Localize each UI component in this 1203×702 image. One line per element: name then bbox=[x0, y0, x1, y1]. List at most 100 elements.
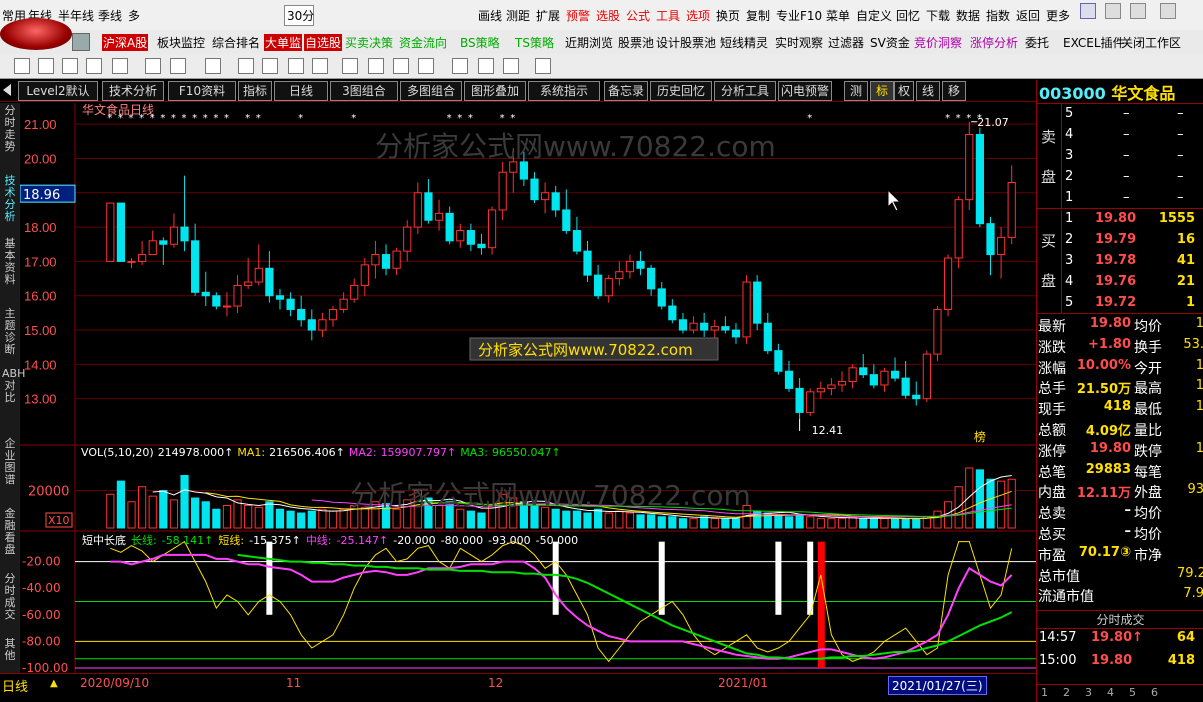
menu-item[interactable]: 回忆 bbox=[896, 7, 920, 24]
toolbar-tool-icon[interactable] bbox=[14, 58, 30, 74]
toolbar-item[interactable]: EXCEL插件 bbox=[1063, 34, 1125, 51]
left-nav-item[interactable]: 分时走势 bbox=[2, 105, 18, 153]
chart-tab[interactable]: 日线 bbox=[274, 81, 328, 101]
toolbar-item[interactable]: 板块监控 bbox=[157, 34, 205, 51]
kline-chart[interactable]: 20000 X10 VOL(5,10,20) 214978.000↑ MA1: 21650… bbox=[20, 103, 1036, 675]
toolbar-item[interactable]: 买卖决策 bbox=[345, 34, 393, 51]
scroll-left-icon[interactable] bbox=[3, 84, 11, 96]
chart-tab[interactable]: 分析工具 bbox=[714, 81, 776, 101]
menu-item[interactable]: 公式 bbox=[626, 7, 650, 24]
menu-item[interactable]: 专业F10 bbox=[776, 7, 822, 24]
toolbar-tool-icon[interactable] bbox=[262, 58, 278, 74]
menu-item[interactable]: 下载 bbox=[926, 7, 950, 24]
chart-tab[interactable]: 闪电预警 bbox=[778, 81, 832, 101]
left-nav-item[interactable]: 分时成交 bbox=[2, 573, 18, 621]
home-icon[interactable] bbox=[72, 33, 90, 51]
help-icon[interactable] bbox=[1080, 3, 1096, 19]
left-nav-item[interactable]: 主题诊断 bbox=[2, 308, 18, 356]
chart-tab[interactable]: 多图组合 bbox=[400, 81, 462, 101]
toolbar-tool-icon[interactable] bbox=[112, 58, 128, 74]
menu-item[interactable]: 菜单 bbox=[826, 7, 850, 24]
toolbar-tool-icon[interactable] bbox=[478, 58, 494, 74]
chart-tab[interactable]: 测 bbox=[844, 81, 868, 101]
left-nav-item[interactable]: ABH对比 bbox=[2, 368, 25, 404]
panel-tab[interactable]: 5 bbox=[1129, 686, 1136, 699]
chart-tab[interactable]: 移 bbox=[942, 81, 966, 101]
menu-item[interactable]: 测距 bbox=[506, 7, 530, 24]
toolbar-tool-icon[interactable] bbox=[312, 58, 328, 74]
menu-item[interactable]: 数据 bbox=[956, 7, 980, 24]
toolbar-item[interactable]: 大单监 bbox=[264, 34, 303, 51]
toolbar-item[interactable]: BS策略 bbox=[460, 34, 500, 51]
chart-tab[interactable]: 备忘录 bbox=[604, 81, 648, 101]
toolbar-tool-icon[interactable] bbox=[170, 58, 186, 74]
toolbar-item[interactable]: 沪深A股 bbox=[102, 34, 149, 51]
toolbar-tool-icon[interactable] bbox=[418, 58, 434, 74]
close-icon[interactable] bbox=[1160, 3, 1176, 19]
chart-tab[interactable]: F10资料 bbox=[168, 81, 236, 101]
menu-item[interactable]: 多 bbox=[128, 7, 140, 24]
chart-tab[interactable]: 指标 bbox=[238, 81, 272, 101]
toolbar-tool-icon[interactable] bbox=[368, 58, 384, 74]
minimize-icon[interactable] bbox=[1105, 3, 1121, 19]
restore-icon[interactable] bbox=[1130, 3, 1146, 19]
left-nav-item[interactable]: 技术分析 bbox=[2, 175, 18, 223]
toolbar-item[interactable]: 设计股票池 bbox=[656, 34, 716, 51]
ticks-title[interactable]: 分时成交 bbox=[1037, 610, 1203, 629]
panel-tab[interactable]: 3 bbox=[1085, 686, 1092, 699]
left-nav-item[interactable]: 金融看盘 bbox=[2, 508, 18, 556]
menu-item[interactable]: 半年线 bbox=[58, 7, 94, 24]
toolbar-tool-icon[interactable] bbox=[288, 58, 304, 74]
toolbar-item[interactable]: 近期浏览 bbox=[565, 34, 613, 51]
chart-tab[interactable]: 技术分析 bbox=[102, 81, 164, 101]
menu-item[interactable]: 工具 bbox=[656, 7, 680, 24]
menu-item[interactable]: 更多 bbox=[1046, 7, 1070, 24]
panel-tab[interactable]: 4 bbox=[1107, 686, 1114, 699]
menu-item[interactable]: 选股 bbox=[596, 7, 620, 24]
toolbar-tool-icon[interactable] bbox=[86, 58, 102, 74]
chart-tab[interactable]: 历史回忆 bbox=[650, 81, 712, 101]
toolbar-item[interactable]: 委托 bbox=[1025, 34, 1049, 51]
period-arrow-icon[interactable]: ▲ bbox=[50, 678, 58, 689]
toolbar-item[interactable]: TS策略 bbox=[515, 34, 554, 51]
menu-item[interactable]: 返回 bbox=[1016, 7, 1040, 24]
toolbar-item[interactable]: 短线精灵 bbox=[720, 34, 768, 51]
toolbar-item[interactable]: SV资金 bbox=[870, 34, 910, 51]
chart-tab[interactable]: Level2默认 bbox=[18, 81, 98, 101]
toolbar-tool-icon[interactable] bbox=[342, 58, 358, 74]
toolbar-item[interactable]: 资金流向 bbox=[399, 34, 447, 51]
menu-item[interactable]: 选项 bbox=[686, 7, 710, 24]
left-nav-item[interactable]: 其他 bbox=[2, 638, 18, 662]
toolbar-item[interactable]: 关闭工作区 bbox=[1121, 34, 1181, 51]
panel-tab[interactable]: 6 bbox=[1151, 686, 1158, 699]
toolbar-tool-icon[interactable] bbox=[145, 58, 161, 74]
chart-tab[interactable]: 系统指示 bbox=[528, 81, 600, 101]
menu-item[interactable]: 指数 bbox=[986, 7, 1010, 24]
toolbar-tool-icon[interactable] bbox=[393, 58, 409, 74]
menu-item[interactable]: 季线 bbox=[98, 7, 122, 24]
toolbar-item[interactable]: 股票池 bbox=[618, 34, 654, 51]
panel-tab[interactable]: 2 bbox=[1063, 686, 1070, 699]
chart-tab[interactable]: 线 bbox=[916, 81, 940, 101]
chart-tab[interactable]: 3图组合 bbox=[330, 81, 398, 101]
period-tab[interactable]: 日线 bbox=[2, 676, 28, 695]
toolbar-tool-icon[interactable] bbox=[503, 58, 519, 74]
left-nav-item[interactable]: 企业图谱 bbox=[2, 438, 18, 486]
toolbar-item[interactable]: 实时观察 bbox=[775, 34, 823, 51]
toolbar-tool-icon[interactable] bbox=[62, 58, 78, 74]
menu-item[interactable]: 画线 bbox=[478, 7, 502, 24]
toolbar-tool-icon[interactable] bbox=[205, 58, 221, 74]
menu-item[interactable]: 预警 bbox=[566, 7, 590, 24]
toolbar-item[interactable]: 过滤器 bbox=[828, 34, 864, 51]
period-box[interactable]: 30分 bbox=[284, 5, 314, 26]
toolbar-item[interactable]: 竞价洞察 bbox=[914, 34, 962, 51]
left-nav-item[interactable]: 基本资料 bbox=[2, 238, 18, 286]
chart-tab[interactable]: 图形叠加 bbox=[464, 81, 526, 101]
menu-item[interactable]: 换页 bbox=[716, 7, 740, 24]
menu-item[interactable]: 复制 bbox=[746, 7, 770, 24]
toolbar-tool-icon[interactable] bbox=[238, 58, 254, 74]
chart-tab[interactable]: 权 bbox=[894, 81, 914, 101]
toolbar-item[interactable]: 综合排名 bbox=[212, 34, 260, 51]
toolbar-tool-icon[interactable] bbox=[38, 58, 54, 74]
toolbar-tool-icon[interactable] bbox=[535, 58, 551, 74]
